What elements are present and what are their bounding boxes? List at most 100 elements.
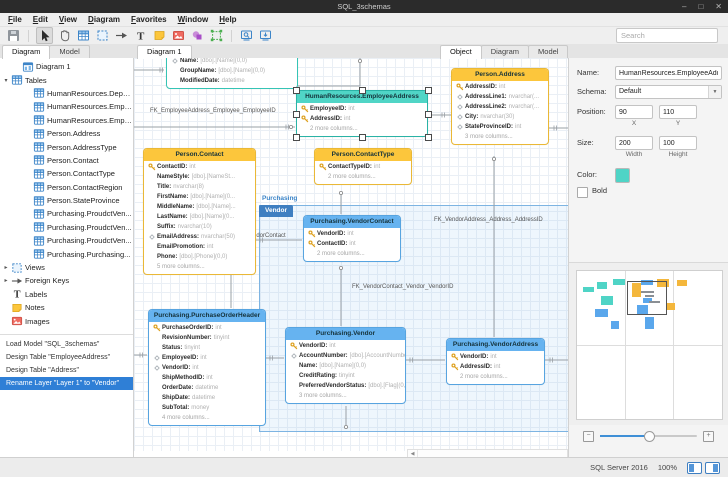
tab-props-object[interactable]: Object [440, 45, 482, 59]
position-x-field[interactable] [615, 105, 653, 119]
entity-purchasing-purchaseorderheader[interactable]: Purchasing.PurchaseOrderHeaderPurchaseOr… [148, 309, 266, 426]
chevron-down-icon[interactable]: ▾ [2, 77, 10, 84]
fk-label[interactable]: FK_VendorContact_Vendor_VendorID [352, 284, 453, 290]
tree-item-person-contacttype[interactable]: Person.ContactType [0, 167, 133, 180]
field-name: ShipDate: [162, 393, 190, 403]
chevron-right-icon[interactable]: ▸ [2, 264, 10, 271]
close-icon[interactable]: ✕ [715, 2, 722, 11]
new-table-icon[interactable] [76, 28, 91, 43]
tree-item-shapes[interactable]: Shapes [0, 328, 133, 330]
save-icon[interactable] [6, 28, 21, 43]
history-item[interactable]: Load Model "SQL_3schemas" [0, 338, 133, 351]
fk-label[interactable]: FK_EmployeeAddress_Employee_EmployeeID [150, 108, 276, 114]
entity-purchasing-vendorcontact[interactable]: Purchasing.VendorContactVendorID:intCont… [303, 215, 401, 262]
zoom-in-icon[interactable]: + [703, 431, 714, 442]
field-type: [dbo].[Name](0,0) [319, 361, 366, 371]
tree-item-diagram-1[interactable]: Diagram 1 [0, 60, 133, 73]
zoom-slider[interactable] [600, 435, 697, 437]
entity-person-address[interactable]: Person.AddressAddressID:intAddressLine1:… [451, 68, 549, 145]
selection-handle[interactable] [359, 87, 366, 94]
tab-sidebar-model[interactable]: Model [49, 45, 89, 58]
tab-canvas-diagram-1[interactable]: Diagram 1 [137, 45, 192, 59]
chevron-right-icon[interactable]: ▸ [2, 277, 10, 284]
fk-label[interactable]: FK_VendorAddress_Address_AddressID [434, 217, 543, 223]
field-name: AddressID: [310, 114, 342, 124]
tree-item-humanresources-emplo[interactable]: HumanResources.Emplo... [0, 114, 133, 127]
entity-humanresources-employeeaddress[interactable]: HumanResources.EmployeeAddressEmployeeID… [296, 90, 428, 137]
tree-item-person-contact[interactable]: Person.Contact [0, 154, 133, 167]
diagram-canvas[interactable]: PurchasingVendorFK_EmployeeAddress_Emplo… [134, 58, 568, 451]
menu-item-file[interactable]: File [8, 15, 22, 24]
name-field[interactable] [615, 66, 722, 80]
maximize-icon[interactable]: □ [698, 2, 703, 11]
history-item[interactable]: Design Table "Address" [0, 364, 133, 377]
history-item[interactable]: Design Table "EmployeeAddress" [0, 351, 133, 364]
menu-item-view[interactable]: View [59, 15, 77, 24]
new-layer-icon[interactable] [209, 28, 224, 43]
tree-item-person-addresstype[interactable]: Person.AddressType [0, 140, 133, 153]
selection-handle[interactable] [425, 87, 432, 94]
new-label-icon[interactable]: T [133, 28, 148, 43]
selection-handle[interactable] [293, 111, 300, 118]
scroll-left-icon[interactable]: ◀ [408, 450, 418, 457]
new-view-icon[interactable] [95, 28, 110, 43]
tree-item-tables[interactable]: ▾Tables [0, 73, 133, 86]
entity-purchasing-vendoraddress[interactable]: Purchasing.VendorAddressVendorID:intAddr… [446, 338, 545, 385]
new-shape-icon[interactable] [190, 28, 205, 43]
tree-item-images[interactable]: Images [0, 314, 133, 327]
entity-purchasing-vendor[interactable]: Purchasing.VendorVendorID:intAccountNumb… [285, 327, 406, 404]
tab-props-diagram[interactable]: Diagram [481, 45, 529, 58]
tree-item-person-address[interactable]: Person.Address [0, 127, 133, 140]
tree-item-humanresources-depar[interactable]: HumanResources.Depar... [0, 87, 133, 100]
export-icon[interactable] [258, 28, 273, 43]
pointer-tool-icon[interactable] [36, 27, 53, 44]
tree-item-labels[interactable]: TLabels [0, 288, 133, 301]
left-panel-toggle-icon[interactable] [687, 462, 702, 474]
menu-item-edit[interactable]: Edit [33, 15, 48, 24]
tree-item-purchasing-purchasing[interactable]: Purchasing.Purchasing... [0, 247, 133, 260]
selection-handle[interactable] [425, 134, 432, 141]
history-item[interactable]: Rename Layer "Layer 1" to "Vendor" [0, 377, 133, 390]
zoom-out-icon[interactable]: − [583, 431, 594, 442]
preview-icon[interactable] [239, 28, 254, 43]
position-y-field[interactable] [659, 105, 697, 119]
tree-item-humanresources-emplo[interactable]: HumanResources.Emplo... [0, 100, 133, 113]
selection-handle[interactable] [293, 134, 300, 141]
tree-item-notes[interactable]: Notes [0, 301, 133, 314]
menu-item-help[interactable]: Help [219, 15, 236, 24]
tree-item-person-stateprovince[interactable]: Person.StateProvince [0, 194, 133, 207]
minimap[interactable] [576, 270, 723, 420]
tree-item-purchasing-proudctven[interactable]: Purchasing.ProudctVen... [0, 207, 133, 220]
menu-item-diagram[interactable]: Diagram [88, 15, 120, 24]
minimize-icon[interactable]: – [682, 2, 686, 11]
tree-item-purchasing-proudctven[interactable]: Purchasing.ProudctVen... [0, 234, 133, 247]
new-foreign-key-icon[interactable] [114, 28, 129, 43]
entity-department-partial[interactable]: Name:[dbo].[Name](0,0)GroupName:[dbo].[N… [166, 58, 298, 89]
right-panel-toggle-icon[interactable] [705, 462, 720, 474]
selection-handle[interactable] [293, 87, 300, 94]
size-width-field[interactable] [615, 136, 653, 150]
tab-props-model[interactable]: Model [528, 45, 568, 58]
tree-item-foreign-keys[interactable]: ▸Foreign Keys [0, 274, 133, 287]
minimap-viewport[interactable] [627, 281, 667, 315]
new-image-icon[interactable] [171, 28, 186, 43]
selection-handle[interactable] [425, 111, 432, 118]
selection-handle[interactable] [359, 134, 366, 141]
tree-item-person-contactregion[interactable]: Person.ContactRegion [0, 181, 133, 194]
zoom-slider-thumb[interactable] [644, 431, 655, 442]
tab-sidebar-diagram[interactable]: Diagram [2, 45, 50, 59]
entity-person-contact[interactable]: Person.ContactContactID:intNameStyle:[db… [143, 148, 256, 275]
hand-tool-icon[interactable] [57, 28, 72, 43]
menu-item-window[interactable]: Window [178, 15, 209, 24]
entity-person-contacttype[interactable]: Person.ContactTypeContactTypeID:int2 mor… [314, 148, 412, 185]
search-input[interactable] [616, 28, 718, 43]
new-note-icon[interactable] [152, 28, 167, 43]
bold-checkbox[interactable] [577, 187, 588, 198]
tree-item-views[interactable]: ▸Views [0, 261, 133, 274]
color-swatch[interactable] [615, 168, 630, 183]
schema-select[interactable]: Default ▼ [615, 85, 722, 99]
tree-item-purchasing-proudctven[interactable]: Purchasing.ProudctVen... [0, 221, 133, 234]
menu-item-favorites[interactable]: Favorites [131, 15, 167, 24]
chevron-down-icon[interactable]: ▼ [708, 86, 721, 98]
size-height-field[interactable] [659, 136, 697, 150]
